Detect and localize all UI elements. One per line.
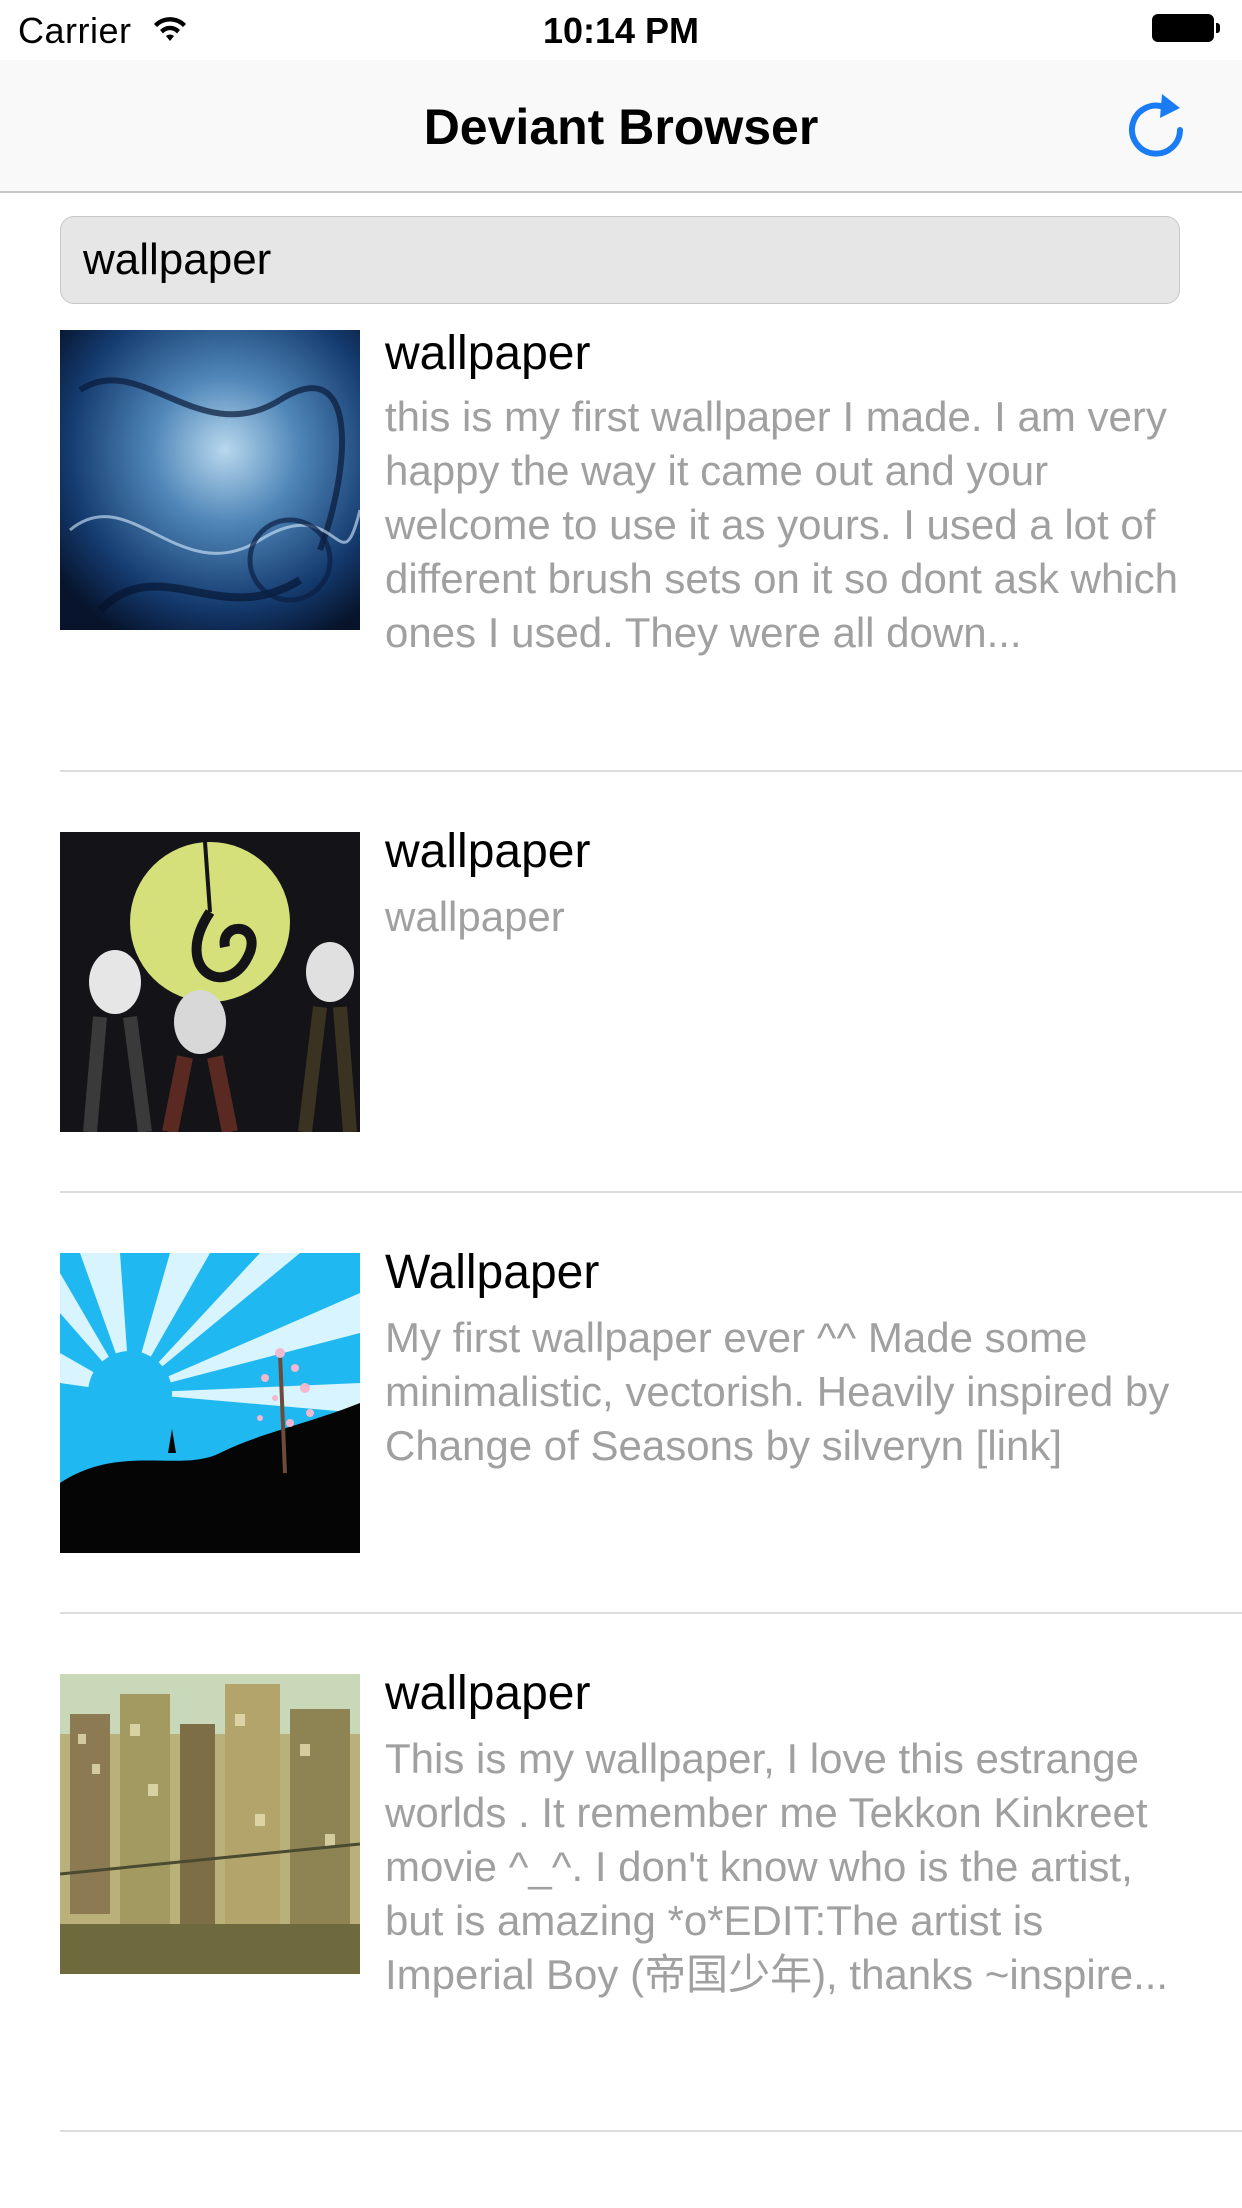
page-title: Deviant Browser xyxy=(423,99,819,155)
item-description: My first wallpaper ever ^^ Made some min… xyxy=(385,1314,1170,1469)
list-item[interactable]: Wallpaper My first wallpaper ever ^^ Mad… xyxy=(0,1193,1242,1614)
status-bar: Carrier 10:14 PM xyxy=(0,0,1242,60)
city-illustration-thumbnail xyxy=(60,1674,360,1974)
item-description: this is my first wallpaper I made. I am … xyxy=(385,393,1178,656)
item-title: wallpaper xyxy=(385,825,591,878)
status-time: 10:14 PM xyxy=(542,10,700,51)
list-item[interactable]: wallpaper this is my first wallpaper I m… xyxy=(0,320,1242,772)
item-title: Wallpaper xyxy=(385,1246,600,1299)
item-title: wallpaper xyxy=(385,1667,591,1720)
battery-icon xyxy=(1152,14,1220,44)
list-item[interactable]: wallpaper This is my wallpaper, I love t… xyxy=(0,1614,1242,2132)
search-input[interactable] xyxy=(60,216,1180,304)
item-description: wallpaper xyxy=(385,893,565,940)
refresh-icon[interactable] xyxy=(1122,88,1194,164)
list-item[interactable]: wallpaper wallpaper xyxy=(0,772,1242,1193)
nightmare-before-christmas-thumbnail xyxy=(60,832,360,1132)
app-screen: Carrier 10:14 PM Deviant Browser wallpap… xyxy=(0,0,1242,2208)
row-divider xyxy=(60,2130,1242,2132)
sunburst-landscape-thumbnail xyxy=(60,1253,360,1553)
item-title: wallpaper xyxy=(385,327,591,380)
item-description: This is my wallpaper, I love this estran… xyxy=(385,1735,1169,1998)
results-list: wallpaper this is my first wallpaper I m… xyxy=(0,320,1242,2132)
blue-abstract-thumbnail xyxy=(60,330,360,630)
navigation-bar: Deviant Browser xyxy=(0,60,1242,193)
